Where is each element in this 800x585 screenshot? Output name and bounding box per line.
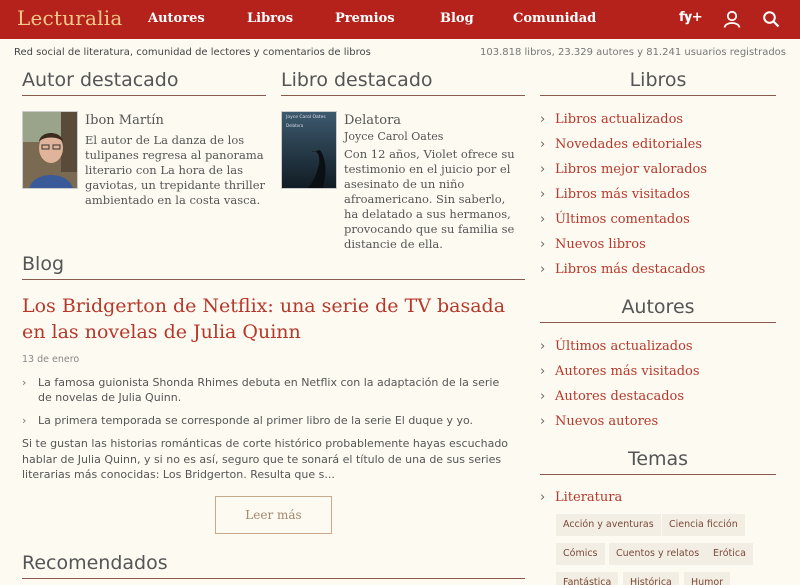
tema-tag[interactable]: Erótica bbox=[706, 543, 753, 565]
book-cover-author: Joyce Carol Oates bbox=[286, 115, 326, 120]
blog-bullet: › La famosa guionista Shonda Rhimes debu… bbox=[22, 375, 502, 405]
nav-premios[interactable]: Premios bbox=[335, 11, 395, 26]
autores-item-label: Últimos actualizados bbox=[555, 339, 693, 354]
blog-bullet-text: La primera temporada se corresponde al p… bbox=[38, 414, 474, 427]
featured-author-blurb: El autor de La danza de los tulipanes re… bbox=[85, 133, 266, 207]
author-photo[interactable] bbox=[22, 111, 78, 189]
autores-item-label: Autores más visitados bbox=[555, 364, 700, 379]
temas-item-label: Literatura bbox=[555, 490, 623, 505]
nav-autores[interactable]: Autores bbox=[148, 11, 205, 26]
autores-item[interactable]: › Últimos actualizados bbox=[540, 334, 776, 359]
chevron-right-icon: › bbox=[540, 389, 546, 404]
chevron-right-icon: › bbox=[540, 490, 546, 505]
libros-item-label: Libros actualizados bbox=[555, 112, 684, 127]
blog-post-date: 13 de enero bbox=[22, 354, 80, 365]
temas-list: › Literatura bbox=[540, 485, 776, 510]
temas-item[interactable]: › Literatura bbox=[540, 485, 776, 510]
nav-comunidad[interactable]: Comunidad bbox=[513, 11, 596, 26]
libros-item-label: Libros más destacados bbox=[555, 262, 706, 277]
chevron-right-icon: › bbox=[540, 237, 546, 252]
libros-list: › Libros actualizados › Novedades editoria… bbox=[540, 107, 776, 282]
blog-heading: Blog bbox=[22, 253, 525, 280]
book-cover-title: Delatora bbox=[286, 123, 304, 128]
chevron-right-icon: › bbox=[540, 339, 546, 354]
autores-heading: Autores bbox=[540, 296, 776, 323]
libros-item[interactable]: › Nuevos libros bbox=[540, 232, 776, 257]
libros-item-label: Libros mejor valorados bbox=[555, 162, 708, 177]
libros-item[interactable]: › Libros actualizados bbox=[540, 107, 776, 132]
chevron-right-icon: › bbox=[540, 112, 546, 127]
site-stats: 103.818 libros, 23.329 autores y 81.241 … bbox=[479, 47, 786, 58]
libro-destacado-heading: Libro destacado bbox=[281, 69, 525, 96]
featured-book-blurb: Con 12 años, Violet ofrece su testimonio… bbox=[344, 147, 522, 252]
autores-item-label: Nuevos autores bbox=[555, 414, 659, 429]
recomendados-heading: Recomendados bbox=[22, 552, 525, 579]
tema-tag[interactable]: Humor bbox=[684, 572, 731, 585]
tema-tag[interactable]: Cómics bbox=[556, 543, 605, 565]
tema-tag[interactable]: Histórica bbox=[623, 572, 679, 585]
tema-tag[interactable]: Fantástica bbox=[556, 572, 619, 585]
chevron-right-icon: › bbox=[540, 212, 546, 227]
chevron-right-icon: › bbox=[540, 364, 546, 379]
blog-bullet-text: La famosa guionista Shonda Rhimes debuta… bbox=[38, 376, 500, 404]
autor-destacado-heading: Autor destacado bbox=[22, 69, 266, 96]
chevron-right-icon: › bbox=[540, 187, 546, 202]
chevron-right-icon: › bbox=[540, 137, 546, 152]
blog-bullet: › La primera temporada se corresponde al… bbox=[22, 413, 502, 428]
blog-post-excerpt: Si te gustan las historias románticas de… bbox=[22, 437, 509, 481]
featured-book-blurb-text: Con 12 años, Violet ofrece su testimonio… bbox=[344, 147, 515, 251]
libros-item[interactable]: › Últimos comentados bbox=[540, 207, 776, 232]
featured-author-name[interactable]: Ibon Martín bbox=[85, 113, 164, 128]
chevron-right-icon: › bbox=[540, 262, 546, 277]
libros-item-label: Nuevos libros bbox=[555, 237, 646, 252]
autores-item[interactable]: › Nuevos autores bbox=[540, 409, 776, 434]
libros-item-label: Novedades editoriales bbox=[555, 137, 702, 152]
autores-list: › Últimos actualizados › Autores más visit… bbox=[540, 334, 776, 434]
featured-book-title[interactable]: Delatora bbox=[344, 113, 401, 128]
libros-item-label: Libros más visitados bbox=[555, 187, 690, 202]
libros-item[interactable]: › Libros más visitados bbox=[540, 182, 776, 207]
tema-tag[interactable]: Cuentos y relatos bbox=[609, 543, 707, 565]
social-links-label: f𝐲+ bbox=[679, 10, 703, 25]
blog-post-title[interactable]: Los Bridgerton de Netflix: una serie de … bbox=[22, 293, 527, 345]
tema-tag[interactable]: Ciencia ficción bbox=[662, 514, 745, 536]
user-icon[interactable] bbox=[723, 10, 741, 28]
temas-heading: Temas bbox=[540, 448, 776, 475]
nav-libros[interactable]: Libros bbox=[247, 11, 293, 26]
libros-item[interactable]: › Novedades editoriales bbox=[540, 132, 776, 157]
featured-book-author[interactable]: Joyce Carol Oates bbox=[344, 129, 443, 144]
libros-item-label: Últimos comentados bbox=[555, 212, 690, 227]
nav-blog[interactable]: Blog bbox=[440, 11, 474, 26]
chevron-right-icon: › bbox=[540, 162, 546, 177]
site-tagline: Red social de literatura, comunidad de l… bbox=[14, 47, 371, 58]
search-icon[interactable] bbox=[762, 10, 780, 28]
tema-tag[interactable]: Acción y aventuras bbox=[556, 514, 661, 536]
site-logo[interactable]: Lecturalia bbox=[17, 6, 122, 30]
book-cover[interactable]: Joyce Carol Oates Delatora bbox=[281, 111, 337, 189]
autores-item[interactable]: › Autores más visitados bbox=[540, 359, 776, 384]
autores-item-label: Autores destacados bbox=[555, 389, 685, 404]
read-more-button[interactable]: Leer más bbox=[215, 496, 332, 534]
chevron-right-icon: › bbox=[22, 414, 27, 427]
libros-heading: Libros bbox=[540, 69, 776, 96]
chevron-right-icon: › bbox=[540, 414, 546, 429]
libros-item[interactable]: › Libros más destacados bbox=[540, 257, 776, 282]
social-links-icon[interactable]: f𝐲+ bbox=[679, 10, 703, 25]
autores-item[interactable]: › Autores destacados bbox=[540, 384, 776, 409]
libros-item[interactable]: › Libros mejor valorados bbox=[540, 157, 776, 182]
chevron-right-icon: › bbox=[22, 376, 27, 389]
top-navigation-bar: Lecturalia Autores Libros Premios Blog C… bbox=[0, 0, 800, 39]
